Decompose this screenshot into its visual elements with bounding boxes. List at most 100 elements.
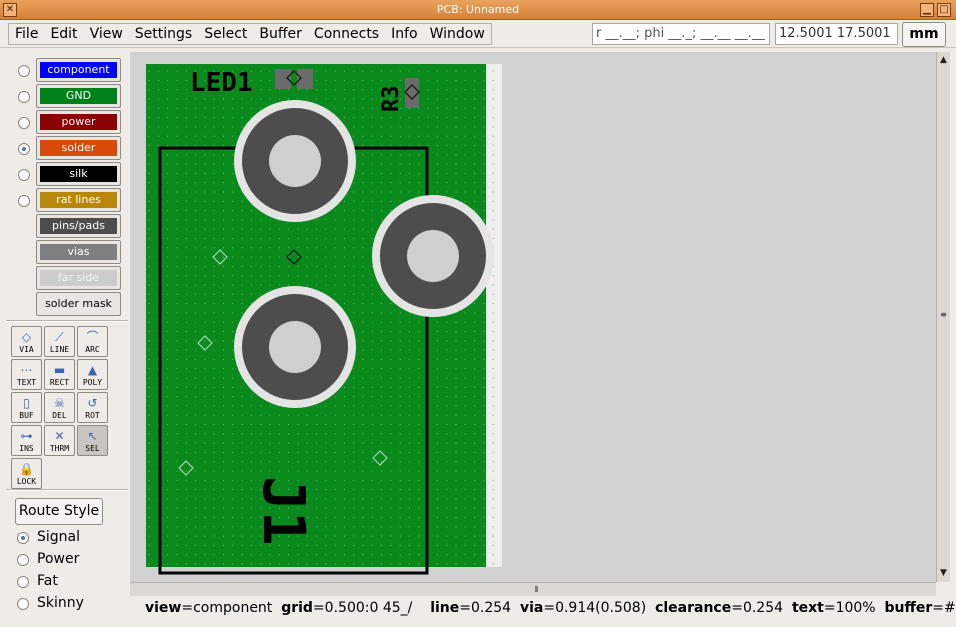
menu-view[interactable]: View bbox=[84, 24, 129, 44]
maximize-icon[interactable]: □ bbox=[937, 3, 951, 17]
layer-select-radio[interactable] bbox=[18, 117, 30, 129]
rotate-icon: ↺ bbox=[87, 396, 98, 410]
minimize-icon[interactable]: ▁ bbox=[920, 3, 934, 17]
poly-icon: ▲ bbox=[87, 363, 98, 377]
scroll-grip-icon[interactable]: ⦀ bbox=[530, 583, 543, 596]
tool-sel-button[interactable]: ↖ SEL bbox=[77, 425, 108, 456]
lock-icon: 🔒 bbox=[19, 462, 34, 476]
scroll-up-icon[interactable]: ▲ bbox=[937, 54, 950, 67]
tool-text-button[interactable]: ⋯ TEXT bbox=[11, 359, 42, 390]
layer-toggle-button[interactable]: solder bbox=[36, 136, 121, 160]
layer-toggle-button[interactable]: pins/pads bbox=[36, 214, 121, 238]
buffer-icon: ▯ bbox=[23, 396, 30, 410]
layer-row: silk bbox=[6, 162, 128, 188]
status-buffer-key: buffer bbox=[884, 600, 933, 616]
vertical-scrollbar[interactable]: ▲ ≡ ▼ bbox=[936, 52, 950, 582]
route-style-button[interactable]: Route Style bbox=[15, 498, 103, 525]
layer-label: solder bbox=[40, 140, 117, 156]
tool-label: LINE bbox=[49, 345, 70, 354]
layer-select-radio[interactable] bbox=[18, 91, 30, 103]
status-view-value: =component bbox=[181, 600, 273, 616]
tool-label: SEL bbox=[85, 444, 100, 453]
tool-buf-button[interactable]: ▯ BUF bbox=[11, 392, 42, 423]
tool-lock-button[interactable]: 🔒 LOCK bbox=[11, 458, 42, 489]
select-arrow-icon: ↖ bbox=[87, 429, 98, 443]
scroll-grip-icon[interactable]: ≡ bbox=[937, 308, 950, 321]
grid-dots-edge bbox=[486, 64, 502, 567]
pcb-canvas[interactable]: LED1 R3 J1 bbox=[130, 52, 936, 582]
menu-settings[interactable]: Settings bbox=[129, 24, 198, 44]
menu-select[interactable]: Select bbox=[198, 24, 253, 44]
horizontal-scrollbar[interactable]: ⦀ bbox=[130, 582, 936, 596]
units-toggle-button[interactable]: mm bbox=[902, 22, 946, 47]
route-style-radio[interactable] bbox=[17, 554, 29, 566]
r3-pads[interactable] bbox=[404, 78, 420, 108]
scroll-down-icon[interactable]: ▼ bbox=[937, 567, 950, 580]
status-buffer-value: =#1 bbox=[932, 600, 956, 616]
window-titlebar: ✕ PCB: Unnamed ▁ □ bbox=[0, 0, 956, 20]
route-style-radio[interactable] bbox=[17, 532, 29, 544]
layer-toggle-button[interactable]: rat lines bbox=[36, 188, 121, 212]
tool-rot-button[interactable]: ↺ ROT bbox=[77, 392, 108, 423]
tool-line-button[interactable]: ⟋ LINE bbox=[44, 326, 75, 357]
layer-toggle-button[interactable]: silk bbox=[36, 162, 121, 186]
layer-row: power bbox=[6, 110, 128, 136]
tool-label: DEL bbox=[52, 411, 67, 420]
layer-toggle-button[interactable]: component bbox=[36, 58, 121, 82]
led1-label: LED1 bbox=[190, 68, 253, 98]
pad-1[interactable] bbox=[234, 100, 356, 222]
layer-toggle-button[interactable]: GND bbox=[36, 84, 121, 108]
divider bbox=[6, 489, 128, 491]
tool-arc-button[interactable]: ⌒ ARC bbox=[77, 326, 108, 357]
menubar: File Edit View Settings Select Buffer Connects… bbox=[0, 20, 956, 48]
menu-edit[interactable]: Edit bbox=[44, 24, 83, 44]
status-via-key: via bbox=[519, 600, 544, 616]
delete-icon: ☠ bbox=[54, 396, 65, 410]
layer-toggle-button[interactable]: vias bbox=[36, 240, 121, 264]
tool-label: ARC bbox=[85, 345, 100, 354]
status-view-key: view bbox=[145, 600, 182, 616]
tool-ins-button[interactable]: ⊶ INS bbox=[11, 425, 42, 456]
route-style-label: Skinny bbox=[37, 595, 84, 611]
menu-buffer[interactable]: Buffer bbox=[253, 24, 308, 44]
menu-info[interactable]: Info bbox=[385, 24, 424, 44]
layer-select-radio[interactable] bbox=[18, 195, 30, 207]
layer-label: far side bbox=[40, 270, 117, 286]
tool-del-button[interactable]: ☠ DEL bbox=[44, 392, 75, 423]
layer-label: GND bbox=[40, 88, 117, 104]
menu-window[interactable]: Window bbox=[424, 24, 491, 44]
route-style-radio[interactable] bbox=[17, 576, 29, 588]
route-style-label: Signal bbox=[37, 529, 81, 545]
j1-label: J1 bbox=[250, 476, 318, 546]
layer-toggle-button[interactable]: far side bbox=[36, 266, 121, 290]
pad-3[interactable] bbox=[234, 286, 356, 408]
text-icon: ⋯ bbox=[20, 363, 33, 377]
tool-thrm-button[interactable]: ✕ THRM bbox=[44, 425, 75, 456]
layer-row: pins/pads bbox=[6, 214, 128, 240]
menu-connects[interactable]: Connects bbox=[308, 24, 385, 44]
status-bar: view=component grid=0.500:0 45_/ line=0.… bbox=[130, 598, 956, 620]
tool-via-button[interactable]: ◇ VIA bbox=[11, 326, 42, 357]
tool-rect-button[interactable]: ▬ RECT bbox=[44, 359, 75, 390]
tool-poly-button[interactable]: ▲ POLY bbox=[77, 359, 108, 390]
left-panel: component GND power solder silk rat lines pins… bbox=[6, 52, 128, 627]
pcb-drawing[interactable]: LED1 R3 J1 bbox=[130, 52, 936, 582]
insert-icon: ⊶ bbox=[20, 429, 33, 443]
layer-row: vias bbox=[6, 240, 128, 266]
tool-label: BUF bbox=[19, 411, 34, 420]
layer-select-radio[interactable] bbox=[18, 65, 30, 77]
pad-2[interactable] bbox=[372, 195, 494, 317]
layer-label: rat lines bbox=[40, 192, 117, 208]
via-icon: ◇ bbox=[21, 330, 32, 344]
menu-file[interactable]: File bbox=[9, 24, 44, 44]
layer-select-radio[interactable] bbox=[18, 169, 30, 181]
layer-toggle-button[interactable]: power bbox=[36, 110, 121, 134]
layer-label: power bbox=[40, 114, 117, 130]
layer-select-radio[interactable] bbox=[18, 143, 30, 155]
tool-label: ROT bbox=[85, 411, 100, 420]
layer-toggle-button[interactable]: solder mask bbox=[36, 292, 121, 316]
status-via-value: =0.914(0.508) bbox=[543, 600, 647, 616]
route-style-label: Fat bbox=[37, 573, 58, 589]
status-text-value: =100% bbox=[823, 600, 876, 616]
route-style-radio[interactable] bbox=[17, 598, 29, 610]
